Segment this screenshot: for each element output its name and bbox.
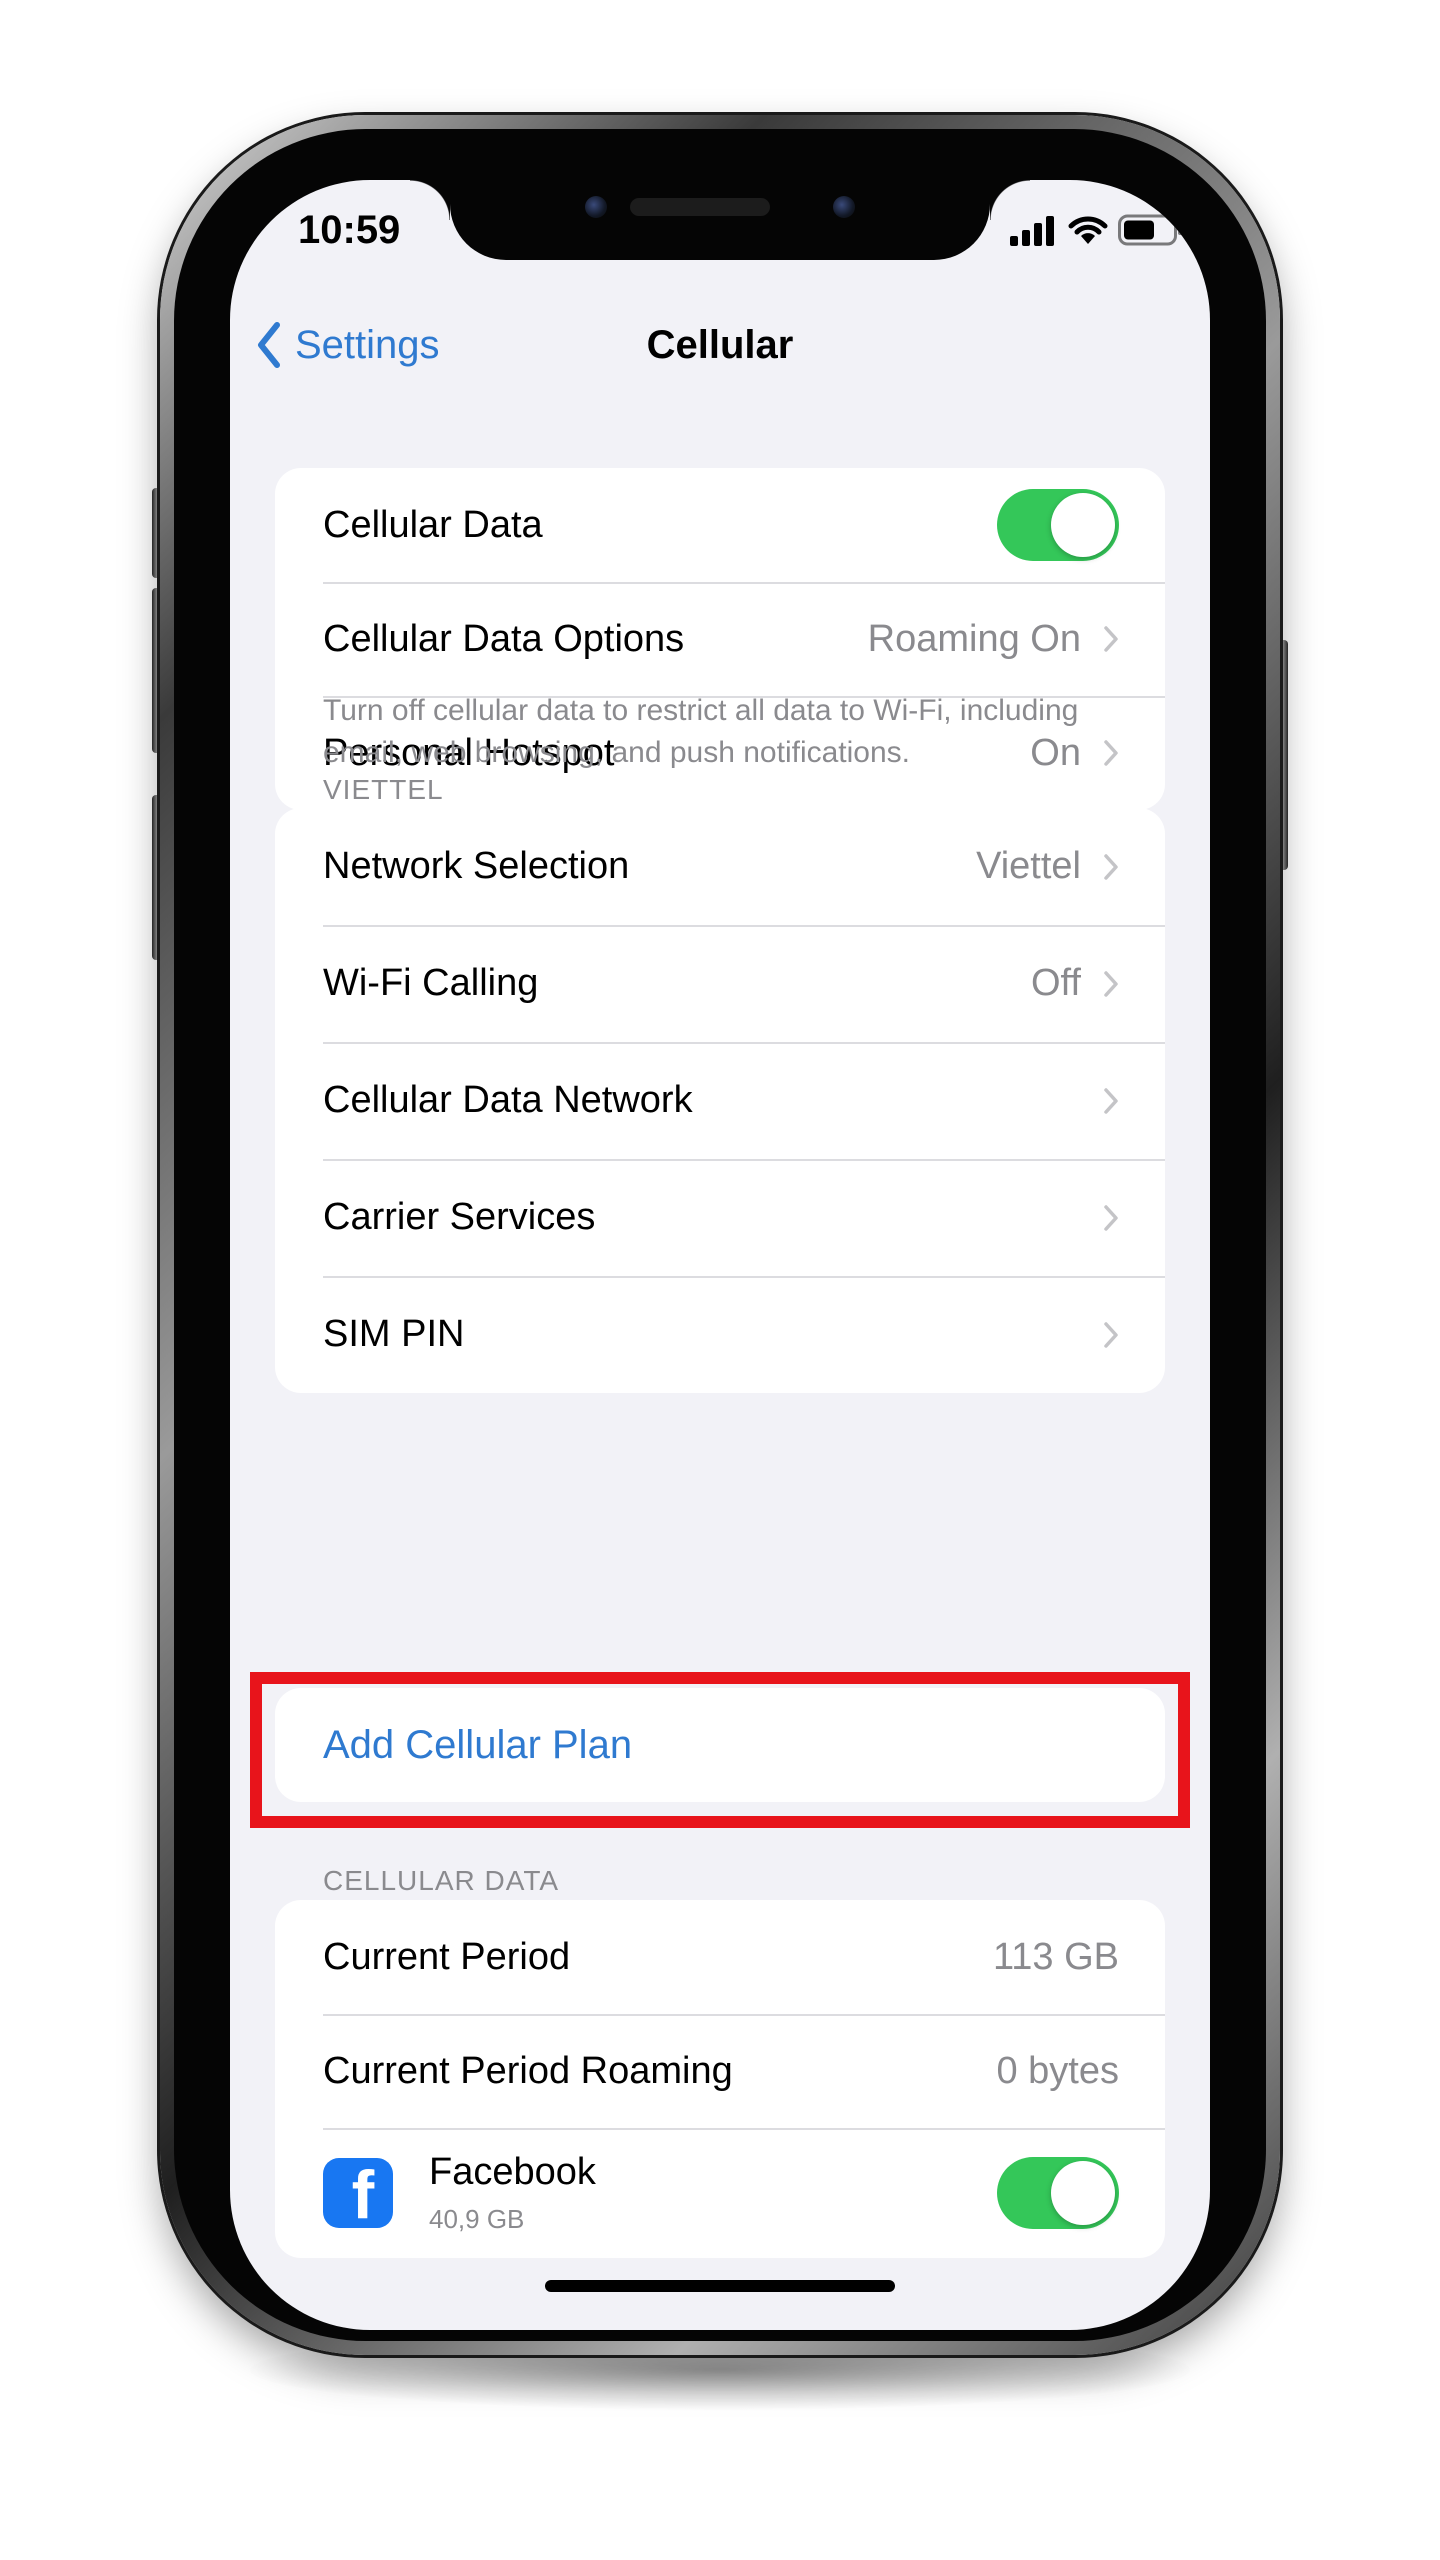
wifi-calling-value: Off: [1031, 962, 1081, 1004]
signal-icon: [1010, 216, 1054, 246]
cellular-data-footnote: Turn off cellular data to restrict all d…: [323, 694, 1079, 769]
carrier-section-header: VIETTEL: [323, 774, 444, 805]
facebook-data-toggle[interactable]: [997, 2157, 1119, 2229]
cellular-data-options-row[interactable]: Cellular Data Options Roaming On: [275, 582, 1165, 696]
chevron-right-icon: [1104, 1321, 1118, 1348]
carrier-services-row[interactable]: Carrier Services: [275, 1159, 1165, 1276]
current-period-roaming-value: 0 bytes: [996, 2049, 1119, 2092]
network-selection-row[interactable]: Network Selection Viettel: [275, 808, 1165, 925]
home-indicator[interactable]: [545, 2280, 895, 2292]
cellular-data-network-label: Cellular Data Network: [323, 1079, 693, 1121]
chevron-right-icon: [1104, 1204, 1118, 1231]
app-row-facebook: f Facebook 40,9 GB: [275, 2128, 1165, 2258]
usage-group: Current Period 113 GB Current Period Roa…: [275, 1900, 1165, 2258]
wifi-calling-row[interactable]: Wi-Fi Calling Off: [275, 925, 1165, 1042]
cellular-data-options-value: Roaming On: [867, 617, 1081, 660]
page-title: Cellular: [646, 323, 794, 367]
chevron-right-icon: [1104, 970, 1118, 997]
app-info: Facebook 40,9 GB: [429, 2151, 997, 2235]
current-period-roaming-row: Current Period Roaming 0 bytes: [275, 2014, 1165, 2128]
chevron-right-icon: [1104, 853, 1118, 880]
battery-icon: [1118, 214, 1183, 246]
screen: 10:59 Settings Cellular Cellular Data Ce…: [230, 180, 1210, 2330]
add-cellular-plan-button[interactable]: Add Cellular Plan: [275, 1688, 1165, 1802]
cellular-data-network-row[interactable]: Cellular Data Network: [275, 1042, 1165, 1159]
status-icons: [1000, 204, 1190, 254]
status-time: 10:59: [298, 208, 401, 252]
cellular-data-options-label: Cellular Data Options: [323, 617, 685, 660]
sim-pin-row[interactable]: SIM PIN: [275, 1276, 1165, 1393]
wifi-icon: [1068, 216, 1108, 244]
current-period-row: Current Period 113 GB: [275, 1900, 1165, 2014]
chevron-right-icon: [1104, 1087, 1118, 1114]
toggle-knob: [1051, 493, 1115, 557]
add-cellular-plan-label: Add Cellular Plan: [323, 1722, 633, 1767]
carrier-services-label: Carrier Services: [323, 1196, 596, 1238]
earpiece-speaker: [630, 198, 770, 216]
current-period-roaming-label: Current Period Roaming: [323, 2049, 733, 2092]
usage-section-header: CELLULAR DATA: [323, 1865, 560, 1896]
chevron-right-icon: [1104, 626, 1118, 652]
toggle-knob: [1051, 2161, 1115, 2225]
app-name: Facebook: [429, 2151, 596, 2193]
network-selection-value: Viettel: [976, 845, 1081, 887]
facebook-icon: f: [323, 2158, 393, 2228]
navigation-bar: Settings Cellular: [230, 300, 1210, 390]
current-period-label: Current Period: [323, 1935, 571, 1978]
notch: [410, 180, 1030, 260]
add-cellular-plan-group: Add Cellular Plan: [275, 1688, 1165, 1802]
front-camera: [585, 196, 607, 218]
cellular-data-label: Cellular Data: [323, 503, 543, 546]
sim-pin-label: SIM PIN: [323, 1313, 465, 1355]
current-period-value: 113 GB: [992, 1935, 1119, 1978]
cellular-data-toggle[interactable]: [997, 489, 1119, 561]
cellular-data-row: Cellular Data: [275, 468, 1165, 582]
wifi-calling-label: Wi-Fi Calling: [323, 962, 539, 1004]
network-selection-label: Network Selection: [323, 845, 630, 887]
sensor: [833, 196, 855, 218]
carrier-group: Network Selection Viettel Wi-Fi Calling …: [275, 808, 1165, 1393]
app-size: 40,9 GB: [429, 2204, 525, 2234]
